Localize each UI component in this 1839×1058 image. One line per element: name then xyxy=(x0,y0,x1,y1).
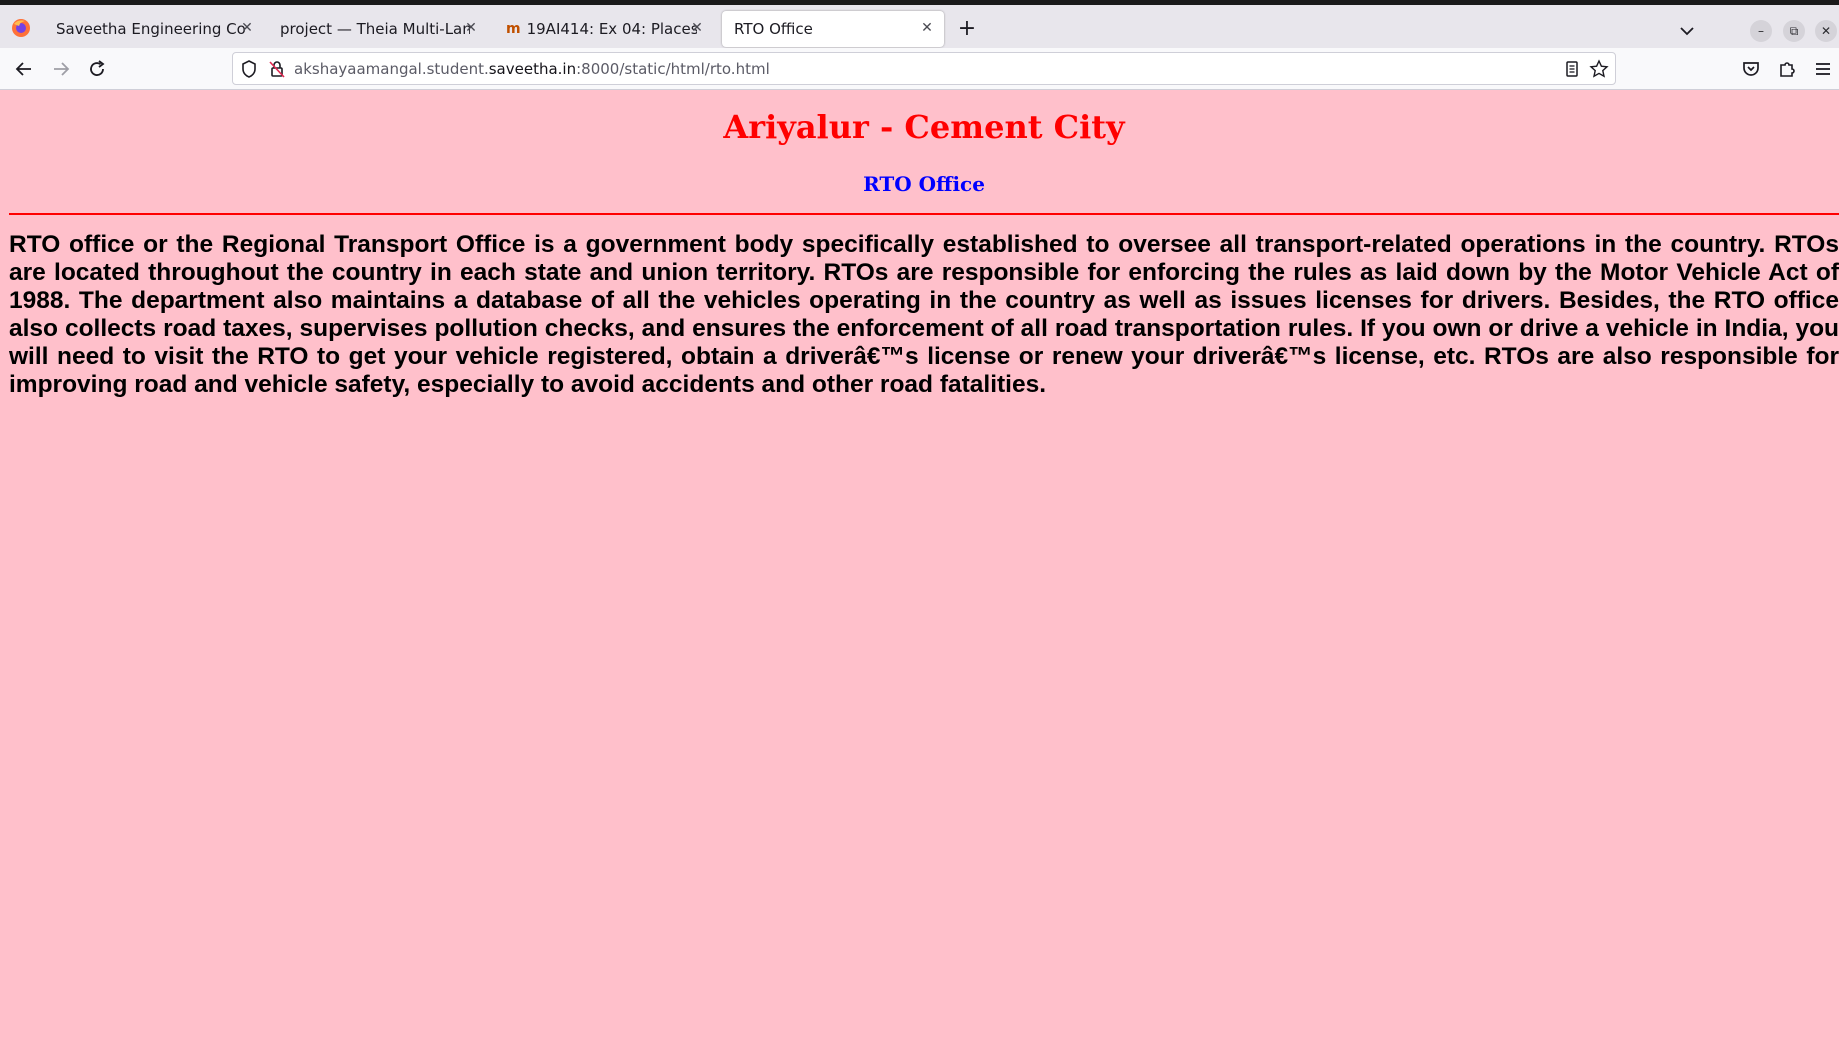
rto-description-paragraph: RTO office or the Regional Transport Off… xyxy=(9,231,1839,398)
list-all-tabs-icon[interactable] xyxy=(1677,21,1697,41)
reader-view-icon[interactable] xyxy=(1562,59,1582,79)
tab-theia-project[interactable]: project — Theia Multi-Langu ✕ xyxy=(268,11,488,47)
page-subtitle: RTO Office xyxy=(863,172,985,196)
tab-label: project — Theia Multi-Langu xyxy=(280,20,470,38)
pocket-icon[interactable] xyxy=(1739,57,1763,81)
url-host: saveetha.in xyxy=(488,60,577,78)
page-title: Ariyalur - Cement City xyxy=(723,108,1125,146)
url-text[interactable]: akshayaamangal.student.saveetha.in:8000/… xyxy=(294,60,770,78)
tracking-protection-shield-icon[interactable] xyxy=(239,59,259,79)
moodle-icon: m xyxy=(506,21,521,37)
tab-bar: Saveetha Engineering Colleg ✕ project — … xyxy=(0,0,1839,48)
extensions-puzzle-icon[interactable] xyxy=(1775,57,1799,81)
tab-label: 19AI414: Ex 04: Places Ar xyxy=(526,20,697,38)
tab-saveetha[interactable]: Saveetha Engineering Colleg ✕ xyxy=(44,11,264,47)
tab-rto-office[interactable]: RTO Office ✕ xyxy=(722,11,944,47)
reload-icon[interactable] xyxy=(85,57,109,81)
firefox-logo-icon[interactable] xyxy=(10,17,32,39)
hamburger-menu-icon[interactable] xyxy=(1811,57,1835,81)
tab-label: RTO Office xyxy=(734,20,813,38)
tab-close-icon[interactable]: ✕ xyxy=(918,19,936,37)
tab-close-icon[interactable]: ✕ xyxy=(462,19,480,37)
url-path: :8000/static/html/rto.html xyxy=(576,60,770,78)
bookmark-star-icon[interactable] xyxy=(1589,59,1609,79)
url-prefix: akshayaamangal.student. xyxy=(294,60,489,78)
web-page-content: Ariyalur - Cement City RTO Office RTO of… xyxy=(0,90,1839,1058)
insecure-lock-icon[interactable] xyxy=(267,59,287,79)
new-tab-button[interactable]: + xyxy=(955,18,979,42)
navigation-toolbar: akshayaamangal.student.saveetha.in:8000/… xyxy=(0,48,1839,90)
forward-arrow-icon[interactable] xyxy=(49,57,73,81)
address-bar[interactable]: akshayaamangal.student.saveetha.in:8000/… xyxy=(232,52,1616,85)
horizontal-rule xyxy=(9,213,1839,215)
tab-close-icon[interactable]: ✕ xyxy=(688,19,706,37)
tab-19ai414[interactable]: m 19AI414: Ex 04: Places Ar ✕ xyxy=(494,11,714,47)
tab-close-icon[interactable]: ✕ xyxy=(238,19,256,37)
tab-label: Saveetha Engineering Colleg xyxy=(56,20,246,38)
back-arrow-icon[interactable] xyxy=(12,57,36,81)
close-window-button[interactable]: ✕ xyxy=(1815,20,1837,42)
restore-button[interactable]: ⧉ xyxy=(1783,20,1805,42)
minimize-button[interactable]: – xyxy=(1750,20,1772,42)
